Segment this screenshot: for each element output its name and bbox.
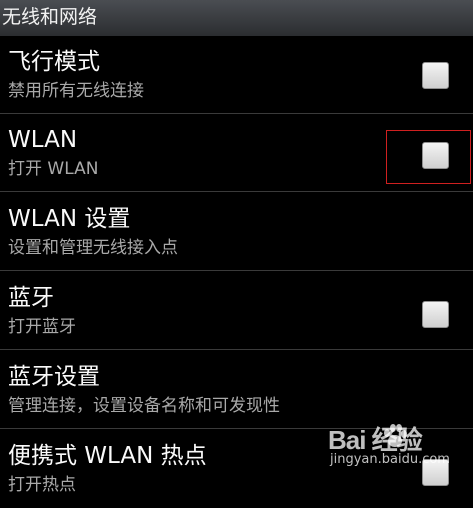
section-header-title: 无线和网络 [2,6,98,28]
setting-wlan-settings[interactable]: WLAN 设置 设置和管理无线接入点 [0,193,473,271]
setting-title: WLAN 设置 [8,206,131,232]
setting-bluetooth[interactable]: 蓝牙 打开蓝牙 [0,272,473,350]
bluetooth-checkbox[interactable] [422,301,449,328]
annotation-highlight-box [386,130,471,184]
airplane-mode-checkbox[interactable] [422,62,449,89]
setting-summary: 设置和管理无线接入点 [8,238,178,258]
setting-summary: 禁用所有无线连接 [8,81,144,101]
setting-title: 蓝牙设置 [8,364,100,390]
setting-title: 便携式 WLAN 热点 [8,443,207,469]
section-header: 无线和网络 [0,0,473,36]
baidu-watermark: Bai 经验 jingyan.baidu.com [322,418,470,474]
setting-summary: 打开蓝牙 [8,317,76,337]
setting-airplane-mode[interactable]: 飞行模式 禁用所有无线连接 [0,36,473,114]
watermark-url: jingyan.baidu.com [330,452,450,467]
setting-title: 蓝牙 [8,285,54,311]
setting-summary: 管理连接，设置设备名称和可发现性 [8,396,280,416]
paw-icon [384,424,407,447]
setting-title: 飞行模式 [8,49,100,75]
setting-summary: 打开 WLAN [8,159,99,179]
setting-summary: 打开热点 [8,475,76,495]
setting-title: WLAN [8,127,78,153]
